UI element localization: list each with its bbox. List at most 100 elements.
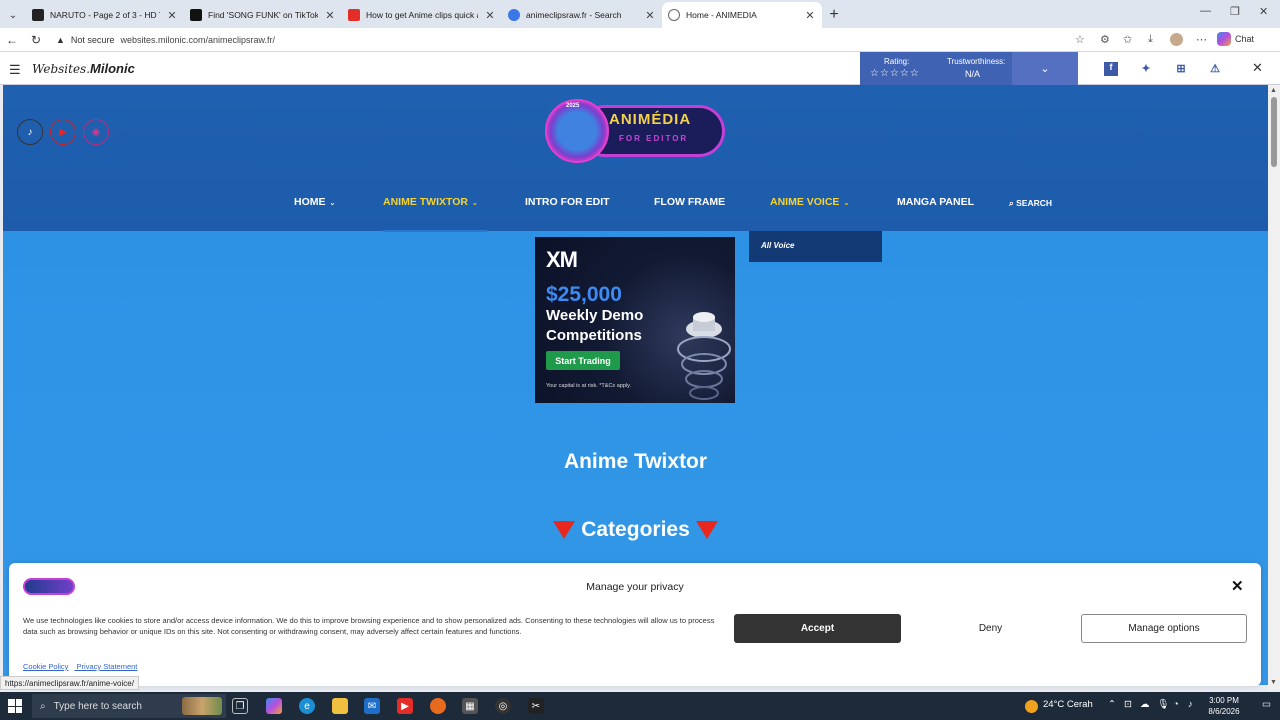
- profile-avatar[interactable]: [1170, 33, 1183, 46]
- search-highlight-image: [182, 697, 222, 715]
- logo-title: ANIMÉDIA: [609, 111, 692, 128]
- tab-list-chevron-icon[interactable]: ⌄: [0, 2, 26, 28]
- cookie-policy-link[interactable]: Cookie Policy: [23, 662, 68, 671]
- browser-tab[interactable]: NARUTO - Page 2 of 3 - HD Twixto ✕: [26, 2, 184, 28]
- favorites-icon[interactable]: ✩: [1123, 33, 1132, 46]
- windows-start-icon[interactable]: [8, 699, 22, 713]
- tray-chevron-up-icon[interactable]: ⌃: [1108, 699, 1116, 710]
- nav-flow-frame[interactable]: FLOW FRAME: [654, 196, 725, 208]
- close-tab-icon[interactable]: ✕: [644, 9, 656, 22]
- close-tab-icon[interactable]: ✕: [166, 9, 178, 22]
- windows-taskbar: ⌕ Type here to search ❐ e ✉ ▶ ▦ ◎ ✂ 24°C…: [0, 692, 1280, 720]
- milonic-logo[interactable]: Websites.Milonic: [32, 61, 135, 76]
- chevron-down-icon: ⌄: [471, 200, 478, 207]
- close-tab-icon[interactable]: ✕: [324, 9, 336, 22]
- extensions-icon[interactable]: ⚙: [1100, 33, 1110, 46]
- page-scrollbar[interactable]: ▲ ▼: [1268, 85, 1280, 690]
- rating-label: Rating:: [884, 57, 910, 66]
- copilot-chat-button[interactable]: Chat: [1217, 32, 1254, 46]
- url-field[interactable]: ▲ Not secure websites.milonic.com/animec…: [50, 30, 1095, 50]
- share-plus-icon[interactable]: ⊞: [1174, 62, 1188, 76]
- nav-search[interactable]: ⌕ SEARCH: [1009, 198, 1052, 209]
- more-options-icon[interactable]: ⋯: [1196, 33, 1207, 46]
- manage-options-button[interactable]: Manage options: [1081, 614, 1247, 643]
- trustworthiness-label: Trustworthiness:: [947, 57, 1006, 66]
- rating-stars[interactable]: ☆☆☆☆☆: [870, 68, 920, 79]
- new-tab-plus-icon[interactable]: +: [822, 2, 846, 28]
- close-tab-icon[interactable]: ✕: [484, 9, 496, 22]
- xm-advertisement[interactable]: XM $25,000 Weekly Demo Competitions Star…: [535, 237, 735, 403]
- notification-icon[interactable]: ▭: [1262, 699, 1271, 710]
- scroll-up-arrow-icon[interactable]: ▲: [1270, 87, 1277, 94]
- copilot-app-icon[interactable]: [266, 698, 282, 714]
- facebook-icon[interactable]: f: [1104, 62, 1118, 76]
- tab-title: How to get Anime clips quick and: [366, 10, 478, 20]
- nav-home[interactable]: HOME ⌄: [294, 196, 335, 208]
- youtube-app-icon[interactable]: ▶: [397, 698, 413, 714]
- address-bar-row: ← ↻ ▲ Not secure websites.milonic.com/an…: [0, 28, 1280, 52]
- url-text: websites.milonic.com/animeclipsraw.fr/: [120, 35, 275, 45]
- calculator-app-icon[interactable]: ▦: [462, 698, 478, 714]
- downloads-icon[interactable]: ⤓: [1148, 33, 1153, 46]
- search-icon: ⌕: [40, 700, 46, 712]
- scrollbar-thumb[interactable]: [1271, 97, 1277, 167]
- browser-tab-strip: ⌄ NARUTO - Page 2 of 3 - HD Twixto ✕ Fin…: [0, 0, 1280, 28]
- site-header: ♪ ▶ ◉ 2025 ANIMÉDIA FOR EDITOR HOME ⌄ ANI…: [3, 85, 1268, 231]
- privacy-statement-link[interactable]: Privacy Statement: [77, 662, 138, 671]
- instagram-icon[interactable]: ◉: [83, 119, 109, 145]
- tray-network-icon[interactable]: ⊡: [1124, 699, 1132, 710]
- youtube-icon[interactable]: ▶: [50, 119, 76, 145]
- favorite-star-icon[interactable]: ☆: [1075, 33, 1085, 46]
- nav-anime-twixtor[interactable]: ANIME TWIXTOR ⌄: [383, 196, 478, 208]
- browser-tab[interactable]: animeclipsraw.fr - Search ✕: [502, 2, 662, 28]
- ad-brand-logo: XM: [546, 247, 578, 272]
- logo-subtitle: FOR EDITOR: [619, 134, 689, 143]
- window-close-icon[interactable]: ✕: [1259, 5, 1268, 18]
- tray-mic-icon[interactable]: 🎙: [1157, 699, 1169, 710]
- nav-manga-panel[interactable]: MANGA PANEL: [897, 196, 974, 208]
- tray-wifi-icon[interactable]: ◔: [1173, 699, 1179, 710]
- search-favicon-icon: [508, 9, 520, 21]
- firefox-app-icon[interactable]: [430, 698, 446, 714]
- twitter-icon[interactable]: ✦: [1139, 62, 1153, 76]
- close-frame-icon[interactable]: ✕: [1252, 60, 1263, 76]
- ad-start-trading-button[interactable]: Start Trading: [546, 351, 620, 370]
- minimize-icon[interactable]: —: [1200, 5, 1211, 17]
- browser-tab[interactable]: Find 'SONG FUNK' on TikTok | TikT ✕: [184, 2, 342, 28]
- accept-button[interactable]: Accept: [734, 614, 901, 643]
- status-bar-url: https://animeclipsraw.fr/anime-voice/: [0, 676, 139, 690]
- tiktok-icon[interactable]: ♪: [17, 119, 43, 145]
- file-explorer-icon[interactable]: [332, 698, 348, 714]
- cookie-description: We use technologies like cookies to stor…: [23, 616, 715, 636]
- task-view-icon[interactable]: ❐: [232, 698, 248, 714]
- deny-button[interactable]: Deny: [907, 614, 1074, 643]
- capcut-app-icon[interactable]: ✂: [528, 698, 544, 714]
- tray-volume-icon[interactable]: ♪: [1188, 699, 1193, 710]
- maximize-icon[interactable]: ❐: [1230, 5, 1240, 18]
- animedia-logo[interactable]: 2025 ANIMÉDIA FOR EDITOR: [545, 99, 725, 163]
- browser-tab-active[interactable]: Home - ANIMEDIA ✕: [662, 2, 822, 28]
- scroll-down-arrow-icon[interactable]: ▼: [1270, 679, 1277, 686]
- edge-app-icon[interactable]: e: [299, 698, 315, 714]
- back-arrow-icon[interactable]: ←: [0, 33, 24, 47]
- mail-app-icon[interactable]: ✉: [364, 698, 380, 714]
- close-tab-icon[interactable]: ✕: [804, 9, 816, 22]
- obs-app-icon[interactable]: ◎: [495, 698, 511, 714]
- taskbar-search-box[interactable]: ⌕ Type here to search: [32, 694, 226, 718]
- anime-voice-dropdown: All Voice: [749, 231, 882, 262]
- reload-icon[interactable]: ↻: [24, 33, 48, 47]
- nav-anime-voice[interactable]: ANIME VOICE ⌄: [770, 196, 849, 208]
- dropdown-item-all-voice[interactable]: All Voice: [761, 241, 795, 250]
- nav-label: ANIME TWIXTOR: [383, 196, 468, 208]
- taskbar-clock[interactable]: 3:00 PM 8/6/2026: [1200, 695, 1248, 717]
- rating-dropdown-chevron-icon[interactable]: ⌄: [1012, 52, 1078, 85]
- cookie-close-icon[interactable]: ✕: [1231, 577, 1244, 595]
- report-warning-icon[interactable]: ⚠: [1208, 62, 1222, 76]
- tray-cloud-icon[interactable]: ☁: [1140, 699, 1150, 710]
- hamburger-menu-icon[interactable]: ☰: [9, 62, 21, 78]
- red-triangle-icon: [695, 521, 718, 540]
- weather-text[interactable]: 24°C Cerah: [1043, 699, 1093, 710]
- browser-tab[interactable]: How to get Anime clips quick and ✕: [342, 2, 502, 28]
- nav-intro-for-edit[interactable]: INTRO FOR EDIT: [525, 196, 610, 208]
- brand-prefix: Websites.: [32, 62, 91, 76]
